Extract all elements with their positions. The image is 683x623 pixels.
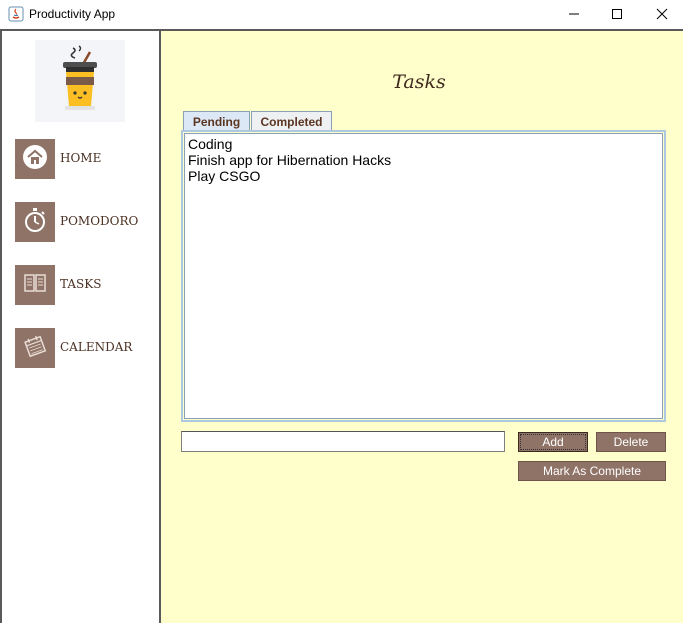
calendar-icon [22,333,48,363]
sidebar-item-pomodoro[interactable]: POMODORO [15,202,155,242]
window-title: Productivity App [29,7,116,21]
list-item[interactable]: Coding [188,136,232,152]
task-list-panel: Coding Finish app for Hibernation Hacks … [181,130,666,422]
pending-task-list[interactable]: Coding Finish app for Hibernation Hacks … [184,133,663,419]
coffee-cup-logo [35,40,125,122]
close-button[interactable] [639,0,683,29]
java-app-icon [8,6,24,22]
sidebar-item-label: POMODORO [60,214,139,228]
list-item[interactable]: Finish app for Hibernation Hacks [188,152,391,168]
sidebar-item-calendar[interactable]: CALENDAR [15,328,155,368]
book-icon [22,270,48,300]
tab-pending[interactable]: Pending [183,111,250,131]
main-panel: Tasks Pending Completed Coding Finish ap… [161,31,683,623]
new-task-input[interactable] [181,431,505,452]
minimize-button[interactable] [551,0,597,29]
sidebar-item-label: HOME [60,151,102,165]
home-icon-tile [15,139,55,179]
sidebar-item-tasks[interactable]: TASKS [15,265,155,305]
maximize-button[interactable] [594,0,640,29]
stopwatch-icon-tile [15,202,55,242]
page-title: Tasks [392,71,446,93]
sidebar-item-label: CALENDAR [60,340,133,354]
home-icon [22,144,48,174]
list-item[interactable]: Play CSGO [188,168,260,184]
tab-completed[interactable]: Completed [251,111,332,131]
close-icon [656,5,668,24]
book-icon-tile [15,265,55,305]
mark-as-complete-button[interactable]: Mark As Complete [518,461,666,481]
calendar-icon-tile [15,328,55,368]
title-bar: Productivity App [0,0,683,29]
maximize-icon [611,5,623,24]
sidebar-item-home[interactable]: HOME [15,139,155,179]
stopwatch-icon [22,207,48,237]
sidebar-item-label: TASKS [60,277,102,291]
add-button[interactable]: Add [518,432,588,452]
minimize-icon [568,5,580,24]
delete-button[interactable]: Delete [596,432,666,452]
